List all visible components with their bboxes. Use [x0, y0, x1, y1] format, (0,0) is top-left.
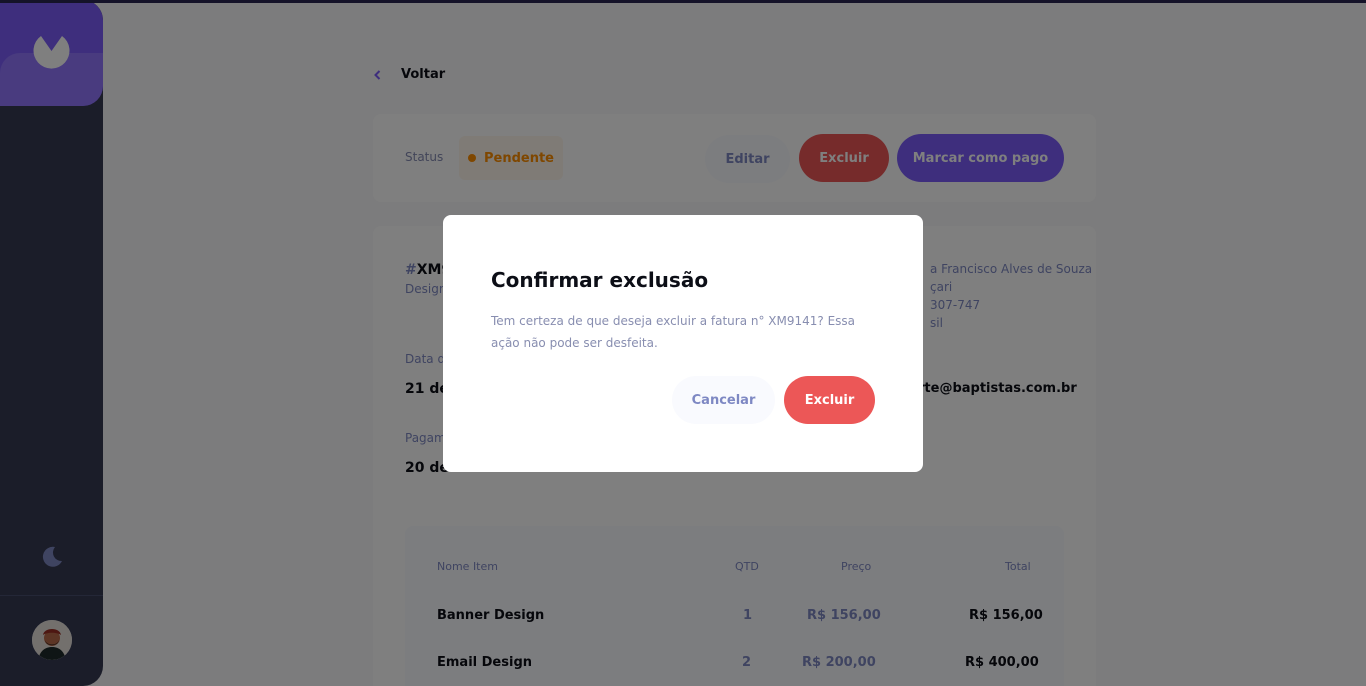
- modal-message: Tem certeza de que deseja excluir a fatu…: [491, 314, 856, 350]
- cancel-button[interactable]: Cancelar: [672, 376, 775, 424]
- modal-title: Confirmar exclusão: [491, 268, 709, 292]
- confirm-delete-button[interactable]: Excluir: [784, 376, 875, 424]
- delete-confirmation-modal: Confirmar exclusão Tem certeza de que de…: [443, 215, 923, 472]
